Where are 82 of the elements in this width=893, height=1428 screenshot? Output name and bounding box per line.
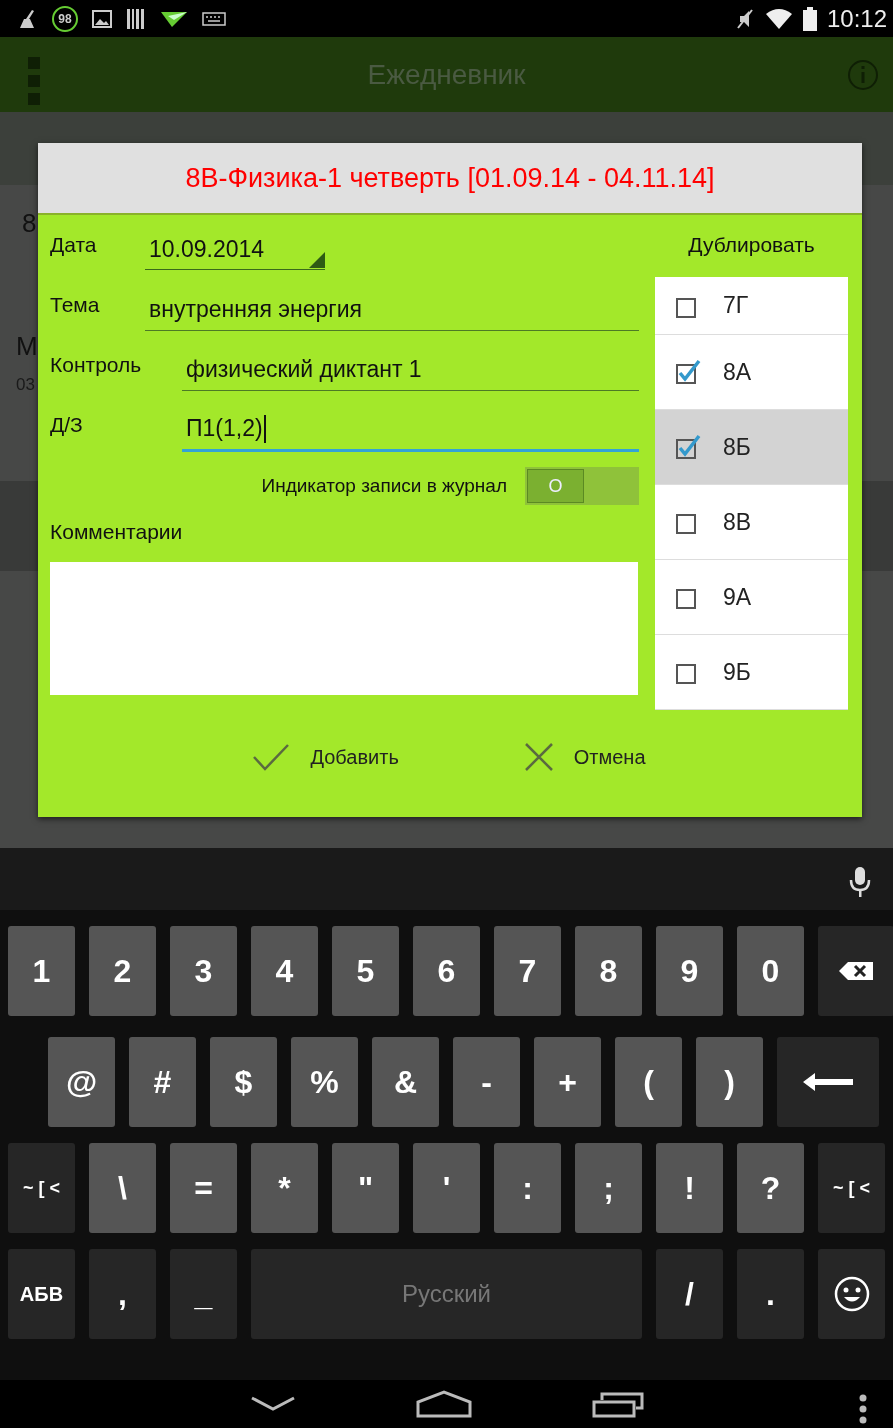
- input-field[interactable]: П1(1,2): [182, 408, 639, 452]
- class-list-item[interactable]: 8В: [655, 485, 848, 560]
- keyboard-key[interactable]: 5: [332, 926, 399, 1016]
- enter-key[interactable]: [777, 1037, 879, 1127]
- keyboard-key[interactable]: @: [48, 1037, 115, 1127]
- keyboard-key[interactable]: 7: [494, 926, 561, 1016]
- wifi-icon: [764, 7, 793, 30]
- add-button[interactable]: Добавить: [246, 736, 405, 778]
- recent-apps-icon[interactable]: [591, 1390, 644, 1418]
- clock-time: 10:12: [826, 4, 887, 33]
- enter-arrow-icon: [801, 1070, 855, 1094]
- keyboard-key[interactable]: 3: [170, 926, 237, 1016]
- class-list-item[interactable]: 7Г: [655, 277, 848, 335]
- background-field-text: 8: [22, 207, 37, 239]
- backspace-key[interactable]: [818, 926, 893, 1016]
- microphone-icon[interactable]: [849, 866, 871, 898]
- keyboard-key[interactable]: !: [656, 1143, 723, 1233]
- keyboard-key[interactable]: 0: [737, 926, 804, 1016]
- background-item-title: М: [16, 331, 38, 361]
- keyboard-key[interactable]: +: [534, 1037, 601, 1127]
- keyboard-key[interactable]: ?: [737, 1143, 804, 1233]
- keyboard-key[interactable]: /: [656, 1249, 723, 1339]
- keyboard-key[interactable]: 9: [656, 926, 723, 1016]
- keyboard-key[interactable]: 4: [251, 926, 318, 1016]
- field-label: Д/З: [50, 413, 84, 437]
- field-label: Дата: [50, 233, 98, 257]
- keyboard-key[interactable]: #: [129, 1037, 196, 1127]
- keyboard-key[interactable]: _: [170, 1249, 237, 1339]
- home-icon[interactable]: [415, 1390, 472, 1418]
- keyboard-icon: [202, 11, 226, 26]
- more-options-icon[interactable]: [859, 1394, 867, 1424]
- field-label: Контроль: [50, 353, 143, 377]
- checkmark-icon: [252, 743, 291, 771]
- class-list-item[interactable]: 8Б: [655, 410, 848, 485]
- checkbox[interactable]: [675, 359, 701, 385]
- comment-field[interactable]: [50, 562, 638, 695]
- barcode-icon: [126, 7, 146, 30]
- field-label: Тема: [50, 293, 101, 317]
- battery-badge: 98: [52, 5, 78, 32]
- close-icon: [523, 742, 554, 772]
- class-list-item[interactable]: 9А: [655, 560, 848, 635]
- emoji-key[interactable]: [818, 1249, 885, 1339]
- keyboard-key[interactable]: ;: [575, 1143, 642, 1233]
- keyboard-key[interactable]: =: [170, 1143, 237, 1233]
- input-field[interactable]: внутренняя энергия: [145, 289, 639, 331]
- date-spinner[interactable]: 10.09.2014: [145, 230, 325, 270]
- dropdown-corner-icon: [309, 252, 325, 268]
- mute-icon: [734, 7, 755, 30]
- keyboard-key[interactable]: ~ [ <: [818, 1143, 885, 1233]
- paper-plane-icon: [160, 9, 188, 28]
- keyboard-key[interactable]: ,: [89, 1249, 156, 1339]
- keyboard-key[interactable]: ": [332, 1143, 399, 1233]
- input-field[interactable]: физический диктант 1: [182, 349, 639, 391]
- keyboard-key[interactable]: ': [413, 1143, 480, 1233]
- smiley-icon: [833, 1276, 870, 1312]
- comment-label: Комментарии: [50, 520, 184, 544]
- keyboard-key[interactable]: (: [615, 1037, 682, 1127]
- switch-label: Индикатор записи в журнал: [261, 475, 507, 497]
- keyboard-key[interactable]: &: [372, 1037, 439, 1127]
- backspace-icon: [838, 961, 874, 981]
- dialog-title: 8В-Физика-1 четверть [01.09.14 - 04.11.14]: [185, 162, 715, 194]
- keyboard-key[interactable]: *: [251, 1143, 318, 1233]
- cancel-button[interactable]: Отмена: [517, 736, 652, 778]
- keyboard-key[interactable]: 8: [575, 926, 642, 1016]
- keyboard-key[interactable]: \: [89, 1143, 156, 1233]
- keyboard-key[interactable]: .: [737, 1249, 804, 1339]
- class-list-item[interactable]: 9Б: [655, 635, 848, 710]
- duplicate-title: Дублировать: [687, 233, 816, 258]
- keyboard-key[interactable]: 1: [8, 926, 75, 1016]
- keyboard-key[interactable]: 2: [89, 926, 156, 1016]
- checkbox[interactable]: [675, 434, 701, 460]
- image-icon: [92, 8, 112, 29]
- keyboard-key[interactable]: ): [696, 1037, 763, 1127]
- keyboard-key[interactable]: :: [494, 1143, 561, 1233]
- keyboard-key[interactable]: %: [291, 1037, 358, 1127]
- keyboard-key[interactable]: ~ [ <: [8, 1143, 75, 1233]
- back-chevron-icon[interactable]: [249, 1396, 296, 1412]
- keyboard-key[interactable]: АБВ: [8, 1249, 75, 1339]
- keyboard-key[interactable]: $: [210, 1037, 277, 1127]
- keyboard-key[interactable]: 6: [413, 926, 480, 1016]
- keyboard-key[interactable]: -: [453, 1037, 520, 1127]
- battery-icon: [802, 6, 817, 31]
